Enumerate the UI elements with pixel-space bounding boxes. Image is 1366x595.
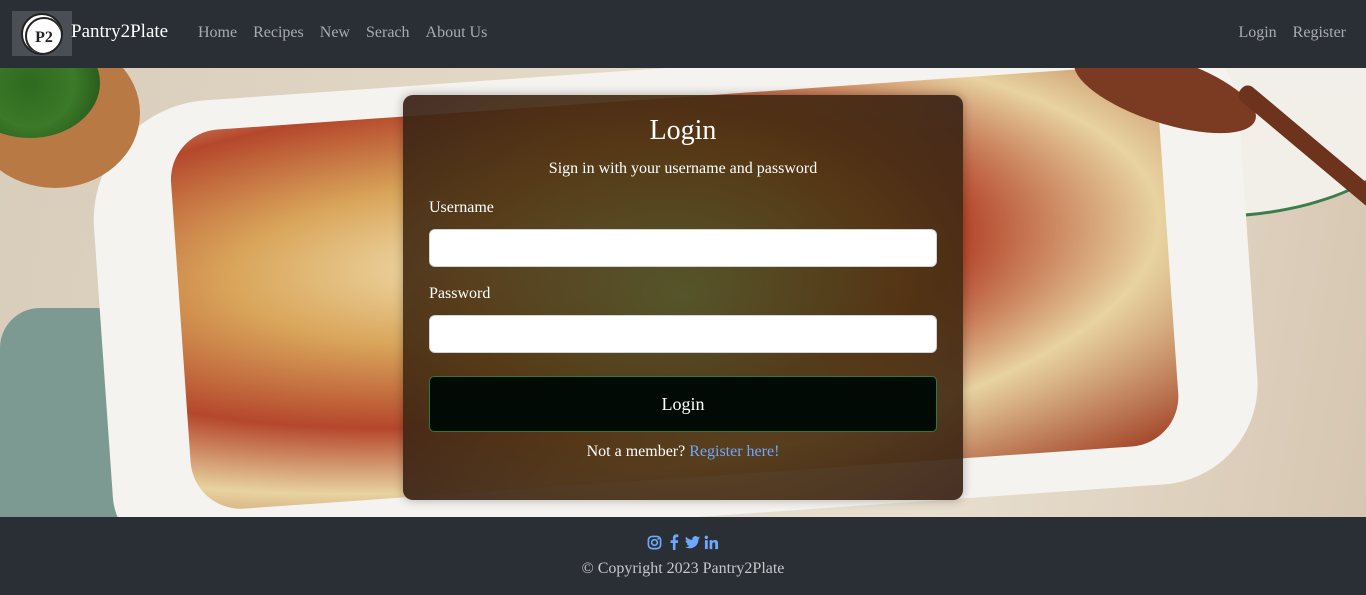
nav-new[interactable]: New: [312, 24, 358, 42]
instagram-icon[interactable]: [647, 534, 662, 550]
register-here-link[interactable]: Register here!: [689, 443, 779, 460]
nav-about-us[interactable]: About Us: [418, 24, 496, 42]
copyright-text: © Copyright 2023 Pantry2Plate: [581, 560, 785, 577]
herbs-decor: [0, 68, 100, 138]
login-button[interactable]: Login: [429, 376, 937, 432]
facebook-icon[interactable]: [666, 534, 681, 550]
nav-home[interactable]: Home: [190, 24, 245, 42]
password-label: Password: [429, 285, 491, 302]
login-title: Login: [649, 115, 717, 146]
nav-login[interactable]: Login: [1230, 24, 1284, 42]
twitter-icon[interactable]: [685, 534, 700, 550]
username-label: Username: [429, 199, 494, 216]
nav-register[interactable]: Register: [1285, 24, 1354, 42]
login-subtitle: Sign in with your username and password: [548, 160, 818, 177]
svg-text:P2: P2: [35, 29, 53, 46]
login-card: Login Sign in with your username and pas…: [403, 95, 963, 500]
nav-recipes[interactable]: Recipes: [245, 24, 312, 42]
logo-icon: P2: [21, 12, 63, 55]
brand-logo: P2: [12, 11, 72, 56]
linkedin-icon[interactable]: [704, 534, 719, 550]
password-input[interactable]: [429, 315, 937, 353]
navbar: P2 Pantry2Plate Home Recipes New Serach …: [0, 0, 1366, 68]
hero-background-image: Login Sign in with your username and pas…: [0, 68, 1366, 517]
nav-search[interactable]: Serach: [358, 24, 418, 42]
nav-links: Home Recipes New Serach About Us: [190, 24, 495, 42]
register-prompt: Not a member? Register here!: [403, 443, 963, 461]
footer: © Copyright 2023 Pantry2Plate: [0, 517, 1366, 595]
member-text: Not a member?: [586, 443, 686, 460]
nav-auth-links: Login Register: [1230, 24, 1354, 42]
username-input[interactable]: [429, 229, 937, 267]
brand-link[interactable]: P2 Pantry2Plate: [12, 11, 168, 56]
brand-name: Pantry2Plate: [71, 21, 169, 42]
social-links: [0, 534, 1366, 550]
